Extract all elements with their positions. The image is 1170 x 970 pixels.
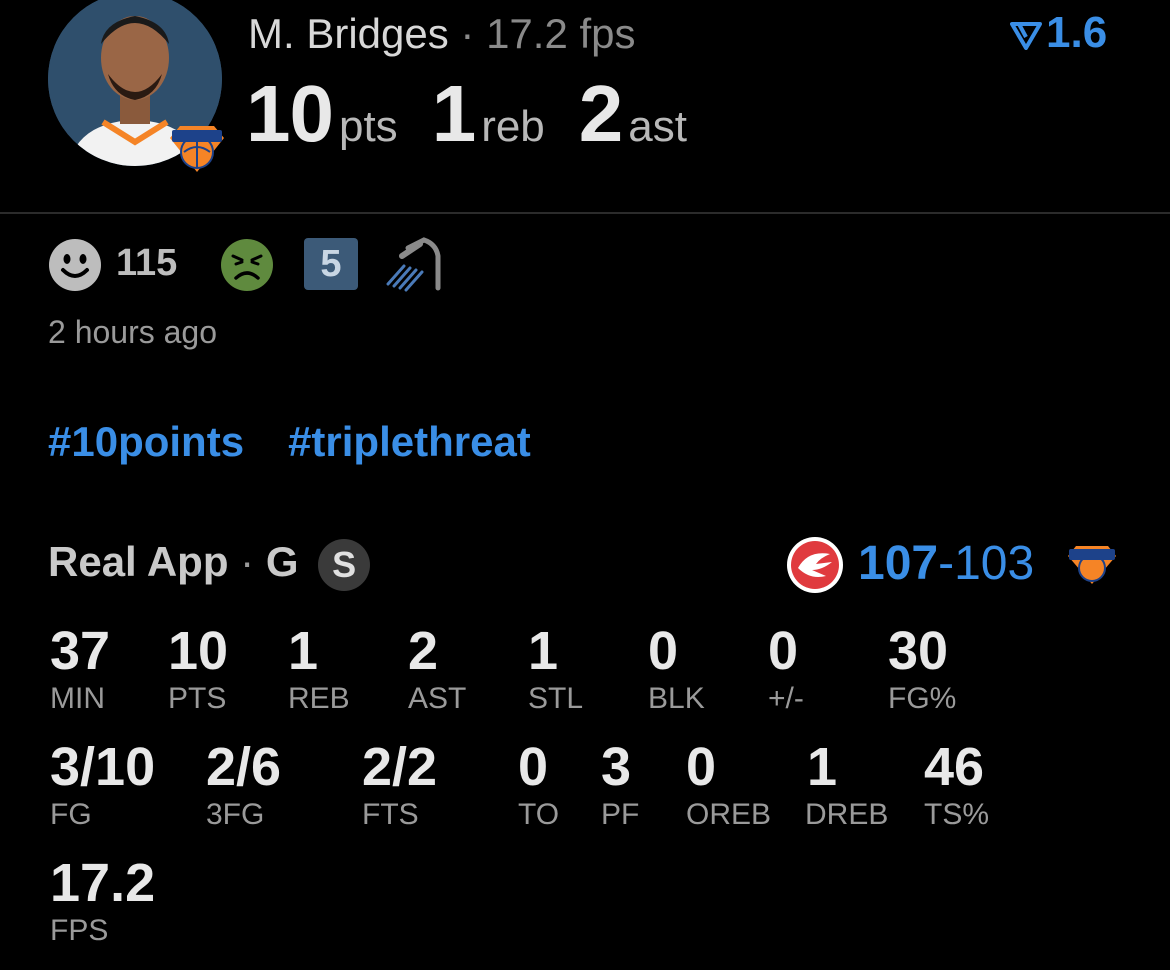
stat-3fg: 2/6 3FG bbox=[206, 740, 281, 832]
stat-fg: 3/10 FG bbox=[50, 740, 155, 832]
stat-value: 0 bbox=[518, 737, 549, 797]
stat-fts: 2/2 FTS bbox=[362, 740, 437, 832]
stat-label: PF bbox=[601, 798, 640, 831]
stat-label: OREB bbox=[686, 798, 772, 831]
headline-rebounds-unit: reb bbox=[481, 102, 545, 151]
source-name: Real App bbox=[48, 538, 229, 585]
knicks-logo-icon bbox=[1064, 534, 1120, 591]
hashtag-link[interactable]: #triplethreat bbox=[288, 418, 531, 465]
stat-value: 46 bbox=[924, 737, 985, 797]
stat-fg-pct: 30 FG% bbox=[888, 624, 956, 716]
stat-oreb: 0 OREB bbox=[686, 740, 771, 832]
stat-label: DREB bbox=[805, 798, 889, 831]
separator: · bbox=[460, 10, 475, 57]
stat-value: 10 bbox=[168, 621, 229, 681]
trend-down-icon bbox=[1010, 22, 1042, 51]
stat-fps: 17.2 FPS bbox=[50, 856, 155, 948]
headline-assists-value: 2 bbox=[578, 69, 623, 158]
stat-value: 30 bbox=[888, 621, 949, 681]
score-right: 103 bbox=[954, 537, 1035, 590]
stat-label: STL bbox=[528, 682, 584, 715]
sick-face-icon[interactable] bbox=[220, 238, 274, 297]
game-source-line: Real App · G S bbox=[48, 538, 371, 591]
trend-value: 1.6 bbox=[1046, 8, 1108, 57]
score-left: 107 bbox=[858, 537, 939, 590]
stat-label: FG bbox=[50, 798, 92, 831]
stat-label: 3FG bbox=[206, 798, 265, 831]
score-dash: - bbox=[938, 537, 955, 590]
position-label: G bbox=[265, 538, 299, 585]
stat-value: 1 bbox=[288, 621, 319, 681]
stat-label: TO bbox=[518, 798, 560, 831]
headline-points-unit: pts bbox=[338, 102, 398, 151]
stat-pf: 3 PF bbox=[601, 740, 639, 832]
stat-value: 2/2 bbox=[362, 737, 438, 797]
stat-ast: 2 AST bbox=[408, 624, 466, 716]
stat-stl: 1 STL bbox=[528, 624, 583, 716]
stat-label: FG% bbox=[888, 682, 957, 715]
stat-dreb: 1 DREB bbox=[805, 740, 888, 832]
stat-label: REB bbox=[288, 682, 350, 715]
stat-value: 0 bbox=[686, 737, 717, 797]
timestamp: 2 hours ago bbox=[48, 314, 218, 350]
headline-points-value: 10 bbox=[246, 69, 334, 158]
separator: · bbox=[240, 538, 255, 585]
stat-pts: 10 PTS bbox=[168, 624, 228, 716]
happy-face-icon[interactable] bbox=[48, 238, 102, 297]
stat-blk: 0 BLK bbox=[648, 624, 705, 716]
stat-value: 0 bbox=[648, 621, 679, 681]
stat-label: TS% bbox=[924, 798, 990, 831]
stat-reb: 1 REB bbox=[288, 624, 350, 716]
stat-label: +/- bbox=[768, 682, 804, 715]
stat-label: PTS bbox=[168, 682, 227, 715]
stat-value: 17.2 bbox=[50, 853, 156, 913]
stat-value: 1 bbox=[807, 737, 838, 797]
stat-to: 0 TO bbox=[518, 740, 559, 832]
number-badge[interactable]: 5 bbox=[304, 238, 358, 290]
stat-label: FPS bbox=[50, 914, 109, 947]
stat-value: 3/10 bbox=[50, 737, 156, 797]
shower-icon[interactable] bbox=[384, 236, 444, 297]
stat-label: AST bbox=[408, 682, 467, 715]
knicks-logo-icon bbox=[166, 112, 228, 174]
divider bbox=[0, 212, 1170, 214]
happy-reaction-count: 115 bbox=[116, 242, 178, 284]
stat-ts-pct: 46 TS% bbox=[924, 740, 989, 832]
hashtag-list: #10points #triplethreat bbox=[48, 418, 575, 466]
stat-value: 2 bbox=[408, 621, 439, 681]
stat-value: 0 bbox=[768, 621, 799, 681]
stat-label: FTS bbox=[362, 798, 419, 831]
headline-assists-unit: ast bbox=[628, 102, 687, 151]
stat-label: BLK bbox=[648, 682, 705, 715]
hashtag-link[interactable]: #10points bbox=[48, 418, 244, 465]
stat-label: MIN bbox=[50, 682, 105, 715]
stat-value: 3 bbox=[601, 737, 632, 797]
player-name-line[interactable]: M. Bridges · 17.2 fps bbox=[248, 10, 636, 58]
game-score[interactable]: 107-103 bbox=[858, 536, 1034, 591]
headline-stats: 10 pts 1 reb 2 ast bbox=[246, 68, 721, 160]
stat-value: 1 bbox=[528, 621, 559, 681]
trend-indicator[interactable]: 1.6 bbox=[1010, 8, 1107, 58]
fps-value: 17.2 fps bbox=[486, 10, 636, 57]
hawks-logo-icon[interactable] bbox=[786, 536, 844, 599]
stat-min: 37 MIN bbox=[50, 624, 110, 716]
headline-rebounds-value: 1 bbox=[431, 69, 476, 158]
player-name[interactable]: M. Bridges bbox=[248, 10, 449, 57]
stat-value: 37 bbox=[50, 621, 111, 681]
status-badge[interactable]: S bbox=[318, 538, 371, 591]
stat-plus-minus: 0 +/- bbox=[768, 624, 804, 716]
stat-value: 2/6 bbox=[206, 737, 282, 797]
